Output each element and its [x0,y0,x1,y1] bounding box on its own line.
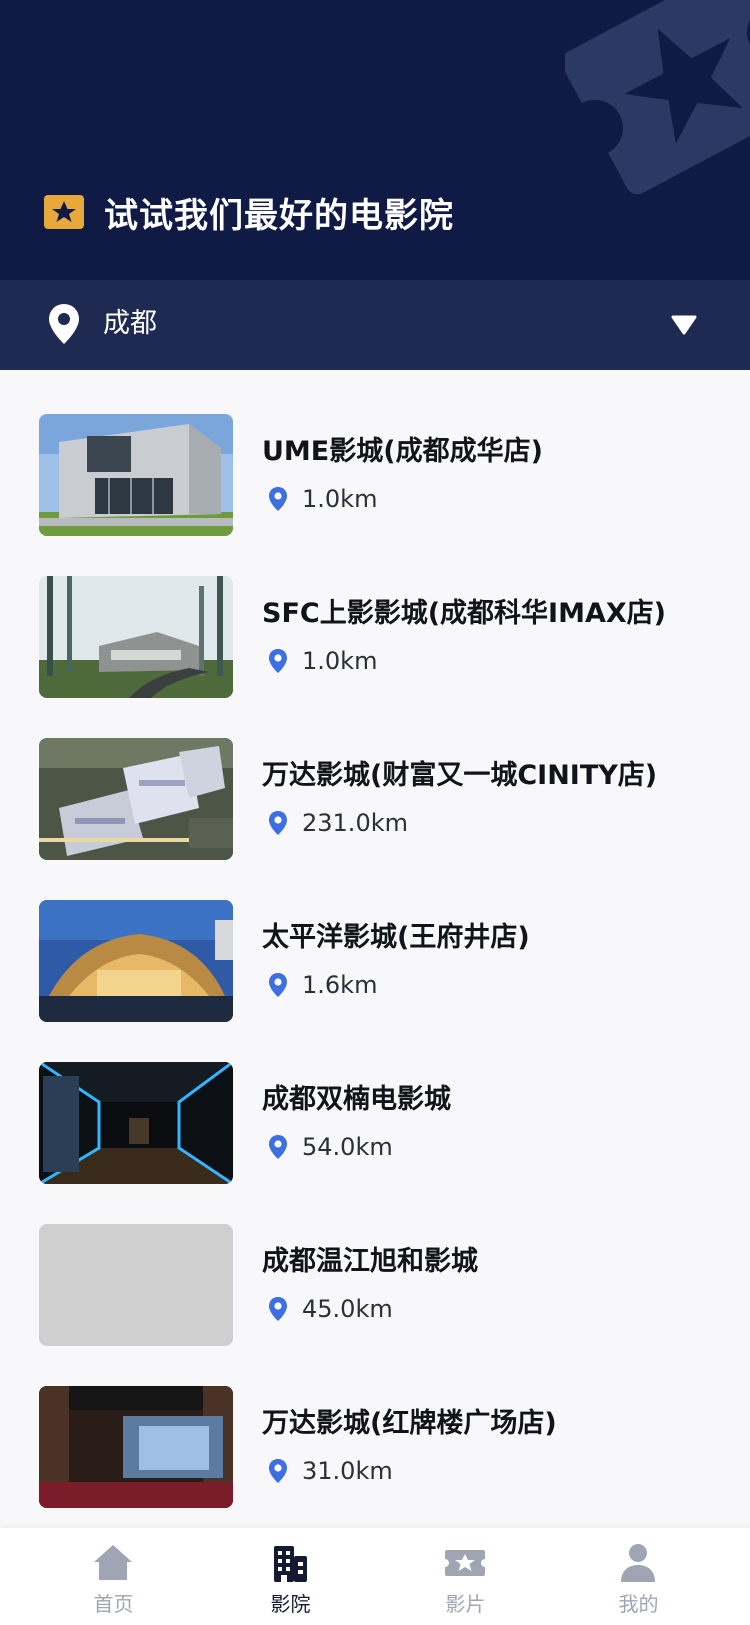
tab-home[interactable]: 首页 [20,1528,207,1625]
tab-profile[interactable]: 我的 [545,1528,732,1625]
cinema-item[interactable]: SFC上影影城(成都科华IMAX店) 1.0km [0,576,750,701]
distance-row: 1.0km [268,646,377,676]
distance-row: 1.6km [268,970,377,1000]
bottom-tab-bar: 首页 影院 影片 我的 [0,1528,750,1625]
distance-row: 1.0km [268,484,377,514]
tab-label: 我的 [618,1592,659,1616]
distance: 31.0km [302,1457,393,1485]
cinema-item[interactable]: 成都温江旭和影城 45.0km [0,1224,750,1349]
tab-label: 影片 [445,1592,486,1616]
building-icon [274,1546,307,1582]
tab-movies[interactable]: 影片 [372,1528,559,1625]
dusk-roof-building-image [39,900,233,1022]
cinema-list: UME影城(成都成华店) 1.0km SFC上影影城(成都科华IMAX店) 1.… [0,370,750,1528]
location-pin-icon [49,304,79,344]
aerial-complex-image [39,738,233,860]
cinema-image [39,1062,233,1184]
location-pin-icon [269,1297,287,1321]
cinema-image [39,900,233,1022]
tab-label: 影院 [270,1592,311,1616]
distance: 1.0km [302,647,378,675]
modern-building-image [39,414,233,536]
cinema-name: 万达影城(财富又一城CINITY店) [262,760,658,791]
tab-label: 首页 [93,1592,134,1616]
page-title: 试试我们最好的电影院 [104,195,454,236]
distance-row: 231.0km [268,808,408,838]
cinema-image [39,738,233,860]
distance-row: 31.0km [268,1456,393,1486]
distance-row: 54.0km [268,1132,393,1162]
ticket-star-icon [445,1550,485,1576]
location-pin-icon [269,811,287,835]
cinema-name: 太平洋影城(王府井店) [262,922,530,953]
cinema-image [39,1386,233,1508]
ticket-star-decoration-icon [565,0,750,195]
distance-row: 45.0km [268,1294,393,1324]
cinema-name: 万达影城(红牌楼广场店) [262,1408,557,1439]
location-pin-icon [269,973,287,997]
cinema-item[interactable]: UME影城(成都成华店) 1.0km [0,414,750,539]
ticket-star-badge-icon [44,195,84,229]
title-row: 试试我们最好的电影院 [44,190,454,236]
cinema-name: 成都双楠电影城 [262,1084,451,1115]
city-selector[interactable]: 成都 [0,280,750,370]
forest-building-image [39,576,233,698]
cinema-image [39,576,233,698]
user-icon [621,1544,655,1582]
dropdown-triangle-icon[interactable] [670,314,698,336]
tab-cinemas[interactable]: 影院 [197,1528,384,1625]
cinema-item[interactable]: 万达影城(红牌楼广场店) 31.0km [0,1386,750,1511]
cinema-image-placeholder [39,1224,233,1346]
distance: 231.0km [302,809,408,837]
cinema-item[interactable]: 太平洋影城(王府井店) 1.6km [0,900,750,1025]
cinema-name: SFC上影影城(成都科华IMAX店) [262,598,667,629]
cinema-item[interactable]: 万达影城(财富又一城CINITY店) 231.0km [0,738,750,863]
home-icon [94,1545,132,1580]
cinema-image [39,414,233,536]
header: 试试我们最好的电影院 [0,0,750,280]
cinema-item[interactable]: 成都双楠电影城 54.0km [0,1062,750,1187]
distance: 45.0km [302,1295,393,1323]
distance: 54.0km [302,1133,393,1161]
city-name: 成都 [103,308,157,339]
distance: 1.0km [302,485,378,513]
location-pin-icon [269,1459,287,1483]
neon-corridor-image [39,1062,233,1184]
cinema-name: 成都温江旭和影城 [262,1246,478,1277]
location-pin-icon [269,487,287,511]
location-pin-icon [269,1135,287,1159]
distance: 1.6km [302,971,378,999]
location-pin-icon [269,649,287,673]
cinema-name: UME影城(成都成华店) [262,436,543,467]
theater-hall-image [39,1386,233,1508]
